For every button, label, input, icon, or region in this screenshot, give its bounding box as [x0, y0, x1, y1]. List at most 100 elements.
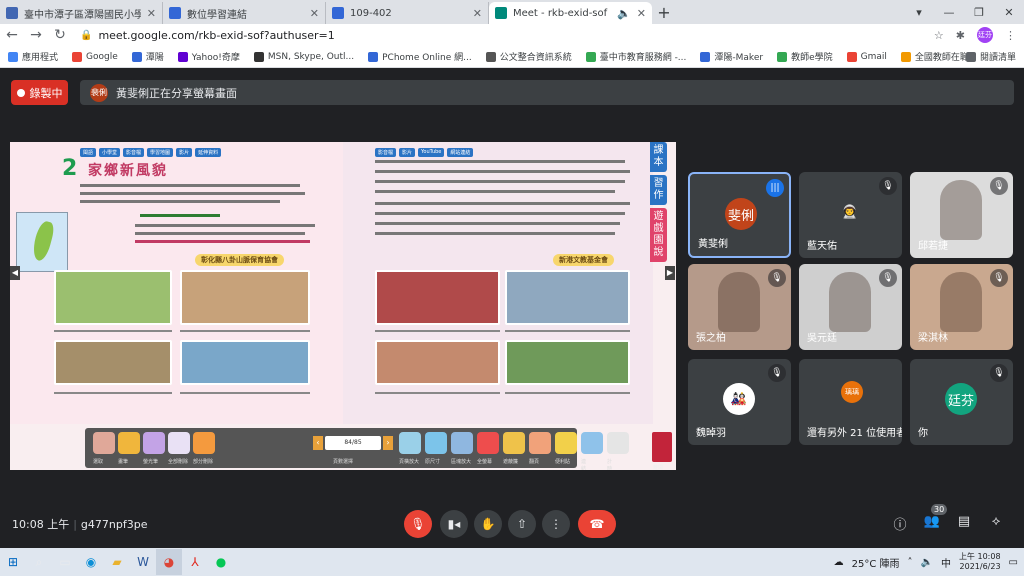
new-tab-button[interactable]: + — [652, 3, 676, 22]
close-icon[interactable]: ✕ — [637, 7, 646, 20]
prev-page-icon[interactable]: ◀ — [10, 266, 20, 280]
participant-tile[interactable]: 廷芬 🎙 你 — [910, 359, 1013, 445]
participant-tile[interactable]: 🎙 邱若捷 — [910, 172, 1013, 258]
windows-start-icon[interactable]: ⊞ — [0, 549, 26, 575]
search-icon[interactable]: ⌕ — [26, 549, 52, 575]
participant-tile[interactable]: 璃璃 還有另外 21 位使用者 — [799, 359, 902, 445]
browser-tab[interactable]: 109-402 ✕ — [326, 2, 489, 24]
resource-tag[interactable]: 影片 — [176, 148, 193, 157]
resource-tag[interactable]: 網站連結 — [447, 148, 474, 157]
volume-icon[interactable]: 🔈 — [920, 557, 932, 568]
resource-tag[interactable]: 小學堂 — [99, 148, 121, 157]
edge-icon[interactable]: ◉ — [78, 549, 104, 575]
tool-button[interactable] — [168, 432, 190, 454]
mic-off-button[interactable]: 🎙 — [404, 510, 432, 538]
participant-tile[interactable]: 👨‍🚀 🎙 藍天佑 — [799, 172, 902, 258]
resource-tag[interactable]: 影片 — [399, 148, 416, 157]
tool-button[interactable] — [529, 432, 551, 454]
profile-avatar[interactable]: 廷芬 — [977, 27, 993, 43]
tool-button[interactable] — [93, 432, 115, 454]
more-options-button[interactable]: ⋮ — [542, 510, 570, 538]
bookmark-item[interactable]: 潭陽-Maker — [700, 50, 763, 63]
bookmark-star-icon[interactable]: ☆ — [934, 29, 944, 42]
acrobat-icon[interactable]: ⅄ — [182, 549, 208, 575]
browser-tab[interactable]: 數位學習連結 ✕ — [163, 2, 326, 24]
resource-tag[interactable]: 影音檔 — [375, 148, 397, 157]
bookmark-item[interactable]: Yahoo!奇摩 — [177, 50, 240, 63]
participant-tile[interactable]: 🎎 🎙 魏晫羽 — [688, 359, 791, 445]
bookmark-item[interactable]: 潭陽 — [131, 50, 164, 63]
window-close-icon[interactable]: ✕ — [994, 6, 1024, 19]
meeting-code[interactable]: g477npf3pe — [81, 518, 148, 531]
camera-button[interactable]: ▮◂ — [440, 510, 468, 538]
menu-icon[interactable]: ⋮ — [1005, 29, 1016, 42]
close-icon[interactable]: ✕ — [147, 7, 156, 20]
tool-button[interactable] — [193, 432, 215, 454]
clock[interactable]: 上午 10:08 2021/6/23 — [959, 552, 1001, 572]
bookmark-item[interactable]: Google — [72, 51, 118, 62]
bookmark-item[interactable]: PChome Online 網... — [368, 50, 472, 63]
tool-button[interactable] — [555, 432, 577, 454]
browser-tab-active[interactable]: Meet - rkb-exid-sof 🔈 ✕ — [489, 2, 652, 24]
resource-tag[interactable]: 影音檔 — [123, 148, 145, 157]
chrome-icon[interactable]: ◕ — [156, 549, 182, 575]
close-icon[interactable]: ✕ — [310, 7, 319, 20]
speaker-icon[interactable]: 🔈 — [617, 7, 631, 20]
back-icon[interactable]: ← — [0, 27, 24, 43]
tab-workbook[interactable]: 習作 — [650, 175, 667, 205]
weather-text[interactable]: 25°C 陣雨 — [852, 555, 900, 570]
line-icon[interactable]: ● — [208, 549, 234, 575]
leave-call-button[interactable]: ☎ — [578, 510, 616, 538]
bookmark-item[interactable]: 應用程式 — [8, 50, 58, 63]
shared-screen[interactable]: 閩語 小學堂 影音檔 學習地圖 影片 延伸資料 2 家鄉新風貌 彰化縣八卦山脈保育協會 影… — [10, 142, 676, 470]
info-icon[interactable]: ⓘ — [890, 514, 910, 534]
bookmark-item[interactable]: Gmail — [846, 51, 887, 62]
raise-hand-button[interactable]: ✋ — [474, 510, 502, 538]
file-explorer-icon[interactable]: ▰ — [104, 549, 130, 575]
page-indicator[interactable]: 84/85 — [325, 436, 381, 450]
next-page-icon[interactable]: ▶ — [665, 266, 675, 280]
people-icon[interactable]: 👥 — [922, 514, 942, 534]
exit-book-icon[interactable] — [652, 432, 672, 462]
resource-tag[interactable]: YouTube — [418, 148, 445, 157]
participant-tile[interactable]: 斐俐 ||| 黃斐俐 — [688, 172, 791, 258]
tool-button[interactable] — [399, 432, 421, 454]
task-view-icon[interactable]: ▭ — [52, 549, 78, 575]
tab-textbook[interactable]: 課本 — [650, 142, 667, 172]
close-icon[interactable]: ✕ — [473, 7, 482, 20]
activities-icon[interactable]: ⟡ — [986, 514, 1006, 534]
tool-button[interactable] — [503, 432, 525, 454]
lock-icon[interactable]: 🔒 — [80, 30, 92, 41]
forward-icon[interactable]: → — [24, 27, 48, 43]
tab-search-icon[interactable]: ▾ — [904, 6, 934, 19]
bookmark-item[interactable]: MSN, Skype, Outl... — [253, 51, 354, 62]
url-field[interactable]: 🔒 meet.google.com/rkb-exid-sof?authuser=… — [80, 26, 934, 44]
page-next-icon[interactable]: › — [383, 436, 393, 450]
resource-tag[interactable]: 延伸資料 — [195, 148, 222, 157]
participant-tile[interactable]: 🎙 梁淇林 — [910, 264, 1013, 350]
resource-tag[interactable]: 學習地圖 — [147, 148, 174, 157]
chat-icon[interactable]: ▤ — [954, 514, 974, 534]
extensions-icon[interactable]: ✱ — [956, 29, 965, 42]
minimize-icon[interactable]: — — [934, 6, 964, 19]
bookmark-item[interactable]: 公文整合資訊系統 — [485, 50, 572, 63]
present-button[interactable]: ⇧ — [508, 510, 536, 538]
ime-indicator[interactable]: 中 — [941, 555, 951, 570]
recording-indicator[interactable]: 錄製中 — [11, 80, 68, 105]
browser-tab[interactable]: 臺中市潭子區潭陽國民小學 ✕ — [0, 2, 163, 24]
tool-button[interactable] — [581, 432, 603, 454]
chevron-up-icon[interactable]: ˄ — [907, 557, 912, 568]
bookmark-item[interactable]: 臺中市教育服務網 -... — [585, 50, 686, 63]
resource-tag[interactable]: 閩語 — [80, 148, 97, 157]
participant-tile[interactable]: 🎙 張之柏 — [688, 264, 791, 350]
tool-button[interactable] — [118, 432, 140, 454]
reading-list[interactable]: 閱讀清單 — [965, 50, 1016, 63]
notification-icon[interactable]: ▭ — [1009, 557, 1018, 568]
tool-button[interactable] — [477, 432, 499, 454]
tool-button[interactable] — [607, 432, 629, 454]
maximize-icon[interactable]: ❐ — [964, 6, 994, 19]
tool-button[interactable] — [451, 432, 473, 454]
participant-tile[interactable]: 🎙 吳元廷 — [799, 264, 902, 350]
reload-icon[interactable]: ↻ — [48, 27, 72, 43]
bookmark-item[interactable]: 教師e學院 — [777, 50, 833, 63]
